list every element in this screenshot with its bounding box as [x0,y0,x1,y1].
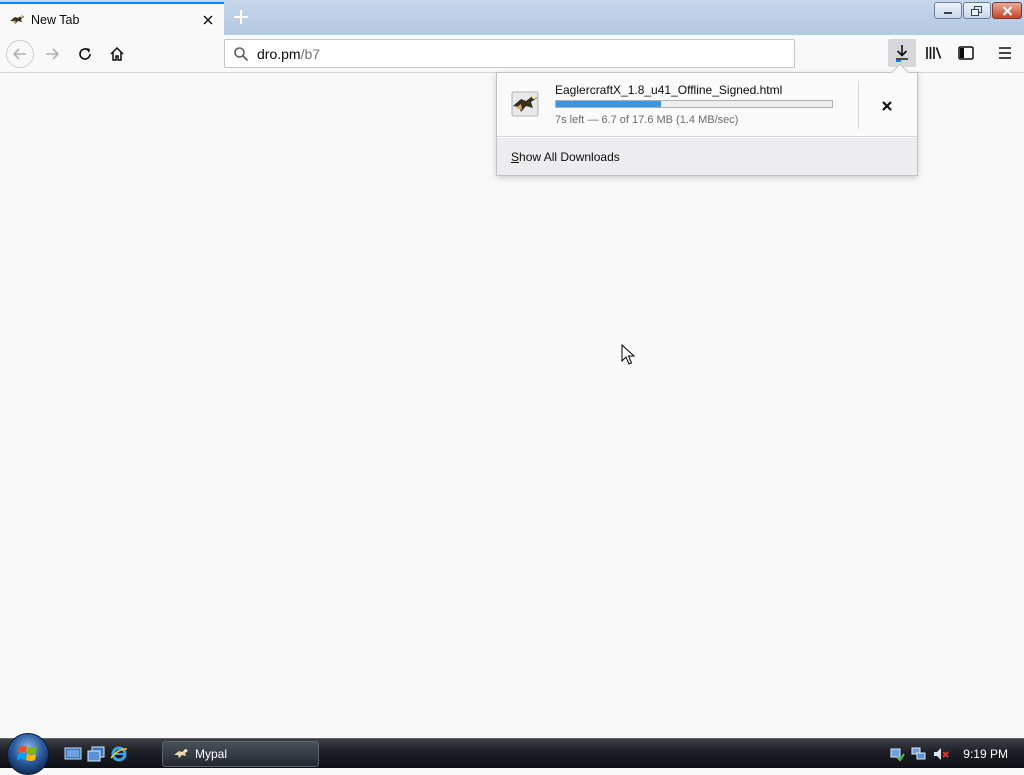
eagle-favicon-icon [9,12,25,28]
download-filename: EaglercraftX_1.8_u41_Offline_Signed.html [555,83,783,97]
tab-new-tab[interactable]: New Tab [0,2,224,35]
url-host: dro.pm [257,45,301,62]
file-eagle-icon [509,88,541,120]
restore-icon[interactable] [963,2,991,19]
nav-toolbar: dro.pm/b7 [0,35,1024,73]
switch-windows-icon[interactable] [87,745,105,763]
taskbar-item-label: Mypal [195,747,228,761]
forward-arrow-icon[interactable] [38,40,66,68]
plus-icon[interactable] [229,5,253,29]
home-icon[interactable] [103,40,131,68]
download-item[interactable]: EaglercraftX_1.8_u41_Offline_Signed.html… [497,73,917,137]
download-status: 7s left — 6.7 of 17.6 MB (1.4 MB/sec) [555,114,739,126]
url-path: /b7 [300,45,321,62]
tab-strip: New Tab [0,0,1024,35]
internet-explorer-icon[interactable] [110,745,128,763]
accesskey-letter: S [511,149,520,164]
close-icon[interactable] [200,12,216,28]
network-icon[interactable] [911,746,927,762]
library-icon[interactable] [920,39,948,67]
cancel-x-icon[interactable] [876,95,898,117]
system-tray: 9:19 PM [883,739,1024,768]
windows-start-orb-icon[interactable] [7,733,49,775]
download-arrow-icon[interactable] [888,39,916,67]
divider [858,81,859,129]
network-check-icon[interactable] [889,746,906,762]
downloads-panel: EaglercraftX_1.8_u41_Offline_Signed.html… [496,63,918,176]
show-desktop-icon[interactable] [64,745,82,763]
taskbar: Mypal 9:19 PM [0,733,1024,775]
volume-muted-icon[interactable] [933,746,950,762]
url-text[interactable]: dro.pm/b7 [257,46,320,62]
download-progress-fill [556,101,661,107]
close-icon[interactable] [992,2,1022,19]
hamburger-menu-icon[interactable] [991,39,1019,67]
window-controls [933,2,1022,19]
sidebar-icon[interactable] [952,39,980,67]
download-progress-bar [555,100,833,108]
url-bar[interactable]: dro.pm/b7 [224,39,795,68]
show-all-downloads-label: how All Downloads [519,149,620,164]
search-icon [233,46,249,62]
clock: 9:19 PM [963,746,1008,761]
tab-title: New Tab [31,12,80,27]
reload-icon[interactable] [71,40,99,68]
eagle-app-icon [173,746,189,762]
minimize-icon[interactable] [934,2,962,19]
taskbar-item-mypal[interactable]: Mypal [162,741,319,767]
show-all-downloads-button[interactable]: Show All Downloads [497,138,917,175]
back-arrow-icon[interactable] [6,40,34,68]
mouse-cursor-icon [621,343,636,371]
